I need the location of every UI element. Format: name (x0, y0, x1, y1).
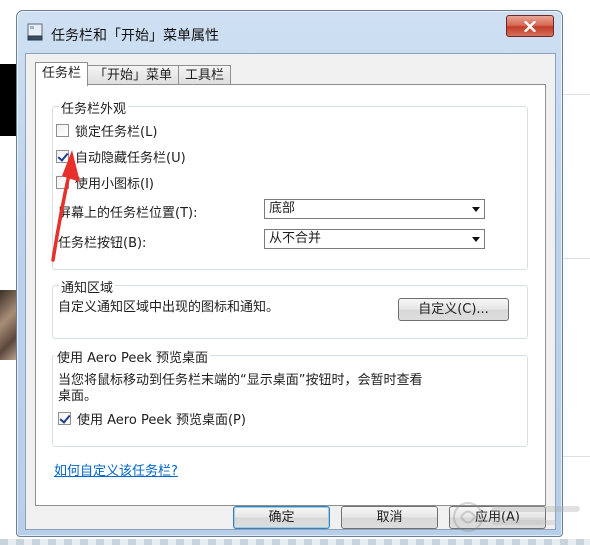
tab-toolbars[interactable]: 工具栏 (178, 65, 232, 86)
notification-legend: 通知区域 (59, 277, 116, 296)
background-divider (560, 258, 590, 259)
background-divider (560, 94, 590, 95)
customize-button[interactable]: 自定义(C)... (398, 298, 509, 321)
properties-window: 任务栏和「开始」菜单属性 任务栏 「开始」菜单 工具栏 任务栏外观 锁定任务栏(… (16, 10, 563, 537)
aero-peek-description-line1: 当您将鼠标移动到任务栏末端的“显示桌面”按钮时，会暂时查看 (58, 373, 423, 388)
background-divider (560, 456, 590, 457)
buttons-label: 任务栏按钮(B): (58, 236, 147, 251)
taskbar-properties-icon (27, 23, 43, 41)
lock-taskbar-box[interactable] (56, 124, 69, 137)
appearance-legend: 任务栏外观 (59, 98, 129, 117)
dialog-client-area: 任务栏 「开始」菜单 工具栏 任务栏外观 锁定任务栏(L) 自动隐藏任务栏(U)… (25, 53, 556, 530)
ok-button[interactable]: 确定 (233, 506, 330, 529)
cancel-button[interactable]: 取消 (341, 506, 438, 529)
tab-start-menu[interactable]: 「开始」菜单 (87, 65, 180, 86)
help-link[interactable]: 如何自定义该任务栏? (54, 460, 178, 479)
aero-peek-legend: 使用 Aero Peek 预览桌面 (55, 347, 210, 366)
small-icons-checkbox[interactable]: 使用小图标(I) (56, 173, 154, 192)
aero-peek-checkbox[interactable]: 使用 Aero Peek 预览桌面(P) (58, 409, 246, 428)
aero-peek-box[interactable] (58, 412, 71, 425)
buttons-value: 从不合并 (269, 231, 322, 246)
auto-hide-label: 自动隐藏任务栏(U) (75, 151, 186, 166)
buttons-dropdown[interactable]: 从不合并 (264, 229, 485, 249)
location-value: 底部 (269, 201, 296, 216)
location-label: 屏幕上的任务栏位置(T): (58, 206, 198, 221)
dropdown-arrow-icon (472, 207, 480, 212)
notification-description: 自定义通知区域中出现的图标和通知。 (58, 300, 280, 315)
tab-taskbar[interactable]: 任务栏 (35, 62, 89, 86)
title-bar[interactable]: 任务栏和「开始」菜单属性 (17, 11, 562, 51)
location-dropdown[interactable]: 底部 (264, 199, 485, 219)
close-icon (524, 20, 536, 32)
auto-hide-checkbox[interactable]: 自动隐藏任务栏(U) (56, 147, 186, 166)
window-title: 任务栏和「开始」菜单属性 (51, 28, 219, 44)
tab-panel-taskbar: 任务栏外观 锁定任务栏(L) 自动隐藏任务栏(U) 使用小图标(I) 屏幕上的任… (35, 84, 546, 506)
tab-strip: 任务栏 「开始」菜单 工具栏 (35, 62, 232, 86)
small-icons-label: 使用小图标(I) (75, 177, 154, 192)
aero-peek-description-line2: 桌面。 (58, 389, 98, 404)
close-button[interactable] (506, 15, 554, 37)
dropdown-arrow-icon (472, 237, 480, 242)
small-icons-box[interactable] (56, 176, 69, 189)
watermark-logo (453, 502, 580, 532)
lock-taskbar-label: 锁定任务栏(L) (75, 125, 158, 140)
aero-peek-label: 使用 Aero Peek 预览桌面(P) (77, 413, 246, 428)
lock-taskbar-checkbox[interactable]: 锁定任务栏(L) (56, 121, 157, 140)
auto-hide-box[interactable] (56, 150, 69, 163)
